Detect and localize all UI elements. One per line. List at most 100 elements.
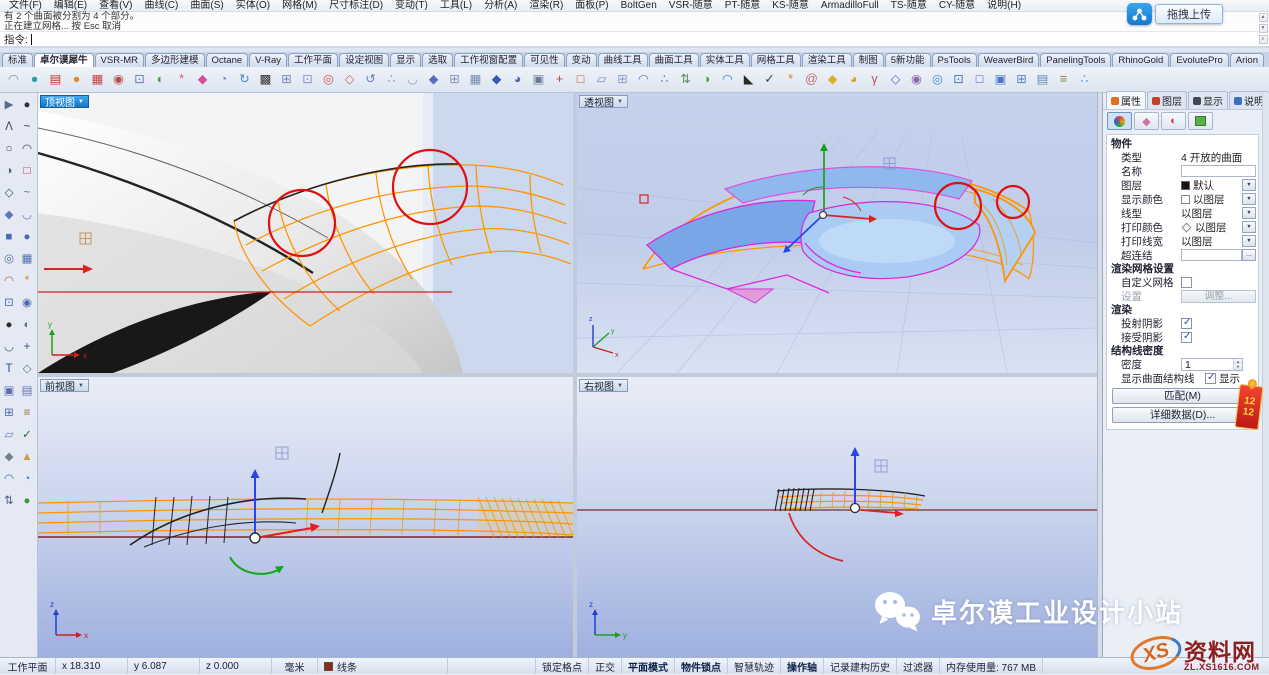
red-ring-icon[interactable]: ◎ [318, 69, 339, 91]
command-input-row[interactable]: 指令: [0, 32, 1269, 47]
weld-icon[interactable]: ◉ [18, 293, 36, 314]
density-stepper[interactable]: 1 ▲▼ [1181, 358, 1243, 371]
status-toggle[interactable]: 锁定格点 [536, 658, 589, 674]
toolbar-tab[interactable]: 设定视图 [339, 53, 389, 67]
toolbar-tab[interactable]: 显示 [390, 53, 421, 67]
menu-item[interactable]: BoltGen [615, 0, 663, 12]
panel-tab-display[interactable]: 显示 [1188, 91, 1228, 109]
cat-head-icon[interactable]: ◕ [843, 69, 864, 91]
grid-ball-icon[interactable]: ⊞ [1011, 69, 1032, 91]
viewport-label-top[interactable]: 顶视图▼ [40, 95, 89, 108]
scroll-up-icon[interactable]: ▲ [1259, 13, 1268, 22]
perspective-viewport-canvas[interactable]: x y z [577, 93, 1097, 373]
toolbar-tab[interactable]: 工作视窗配置 [454, 53, 523, 67]
toolbar-tab[interactable]: 工作平面 [288, 53, 338, 67]
dense-mesh-icon[interactable]: ▩ [255, 69, 276, 91]
dot-grid-icon[interactable]: ⊞ [444, 69, 465, 91]
toolbar-tab[interactable]: 实体工具 [700, 53, 750, 67]
right-viewport-canvas[interactable]: zy [577, 377, 1097, 657]
toolbar-tab[interactable]: 5新功能 [885, 53, 931, 67]
sun-sphere-icon[interactable]: ● [66, 69, 87, 91]
boolean-diff-icon[interactable]: ◐ [18, 315, 36, 336]
phone-dial-icon[interactable]: ◠ [717, 69, 738, 91]
name-input[interactable] [1181, 165, 1256, 177]
menu-item[interactable]: 面板(P) [569, 0, 614, 12]
toolbar-tab[interactable]: 曲面工具 [649, 53, 699, 67]
undo-view-icon[interactable]: ↺ [360, 69, 381, 91]
status-toggle[interactable]: 记录建构历史 [824, 658, 897, 674]
toolbar-tab[interactable]: WeaverBird [978, 53, 1039, 67]
menu-item[interactable]: 查看(V) [93, 0, 138, 12]
sign-check-icon[interactable]: ✓ [759, 69, 780, 91]
leaf-icon[interactable]: ◑ [696, 69, 717, 91]
sketch-icon[interactable]: ◔ [18, 469, 36, 490]
cage-edit-icon[interactable]: ⊞ [612, 69, 633, 91]
toolbar-tab[interactable]: 渲染工具 [802, 53, 852, 67]
receive-shadows-checkbox[interactable] [1181, 332, 1192, 343]
stone-icon[interactable]: ◆ [0, 447, 18, 468]
point-cloud-icon[interactable]: ∴ [381, 69, 402, 91]
detail-box-icon[interactable]: ⊞ [0, 403, 18, 424]
viewport-label-right[interactable]: 右视图▼ [579, 379, 628, 392]
center-object-icon[interactable]: ⊡ [297, 69, 318, 91]
arc-blend-icon[interactable]: ◠ [633, 69, 654, 91]
menu-item[interactable]: 编辑(E) [48, 0, 93, 12]
red-frame-icon[interactable]: □ [570, 69, 591, 91]
paint-bucket-icon[interactable]: ⊡ [948, 69, 969, 91]
cast-shadows-checkbox[interactable] [1181, 318, 1192, 329]
menu-item[interactable]: ArmadilloFull [815, 0, 885, 12]
print-width-dropdown[interactable] [1242, 235, 1256, 247]
arc-icon[interactable]: ◠ [18, 139, 36, 160]
cutplane-icon[interactable]: ◇ [339, 69, 360, 91]
viewport-label-front[interactable]: 前视图▼ [40, 379, 89, 392]
circle-icon[interactable]: ○ [0, 139, 18, 160]
toolbar-tab[interactable]: 制图 [853, 53, 884, 67]
menu-item[interactable]: 文件(F) [3, 0, 48, 12]
shade-hand-icon[interactable]: ◔ [213, 69, 234, 91]
adjust-mesh-button[interactable]: 调整... [1181, 290, 1256, 303]
menu-item[interactable]: TS-随意 [885, 0, 933, 12]
top-viewport-canvas[interactable]: xy [38, 93, 573, 373]
print-color-dropdown[interactable] [1242, 221, 1256, 233]
status-toggle[interactable]: 物件锁点 [675, 658, 728, 674]
panel-scrollbar[interactable] [1262, 93, 1269, 657]
custom-mesh-checkbox[interactable] [1181, 277, 1192, 288]
hook-icon[interactable]: ◡ [0, 337, 18, 358]
join-icon[interactable]: ⊡ [0, 293, 18, 314]
flame-blue-icon[interactable]: ∴ [1074, 69, 1095, 91]
snap-move-icon[interactable]: + [18, 337, 36, 358]
surface-corner-icon[interactable]: ◡ [18, 205, 36, 226]
status-toggle[interactable]: 平面模式 [622, 658, 675, 674]
menu-item[interactable]: CY-随意 [933, 0, 981, 12]
toolbar-tab[interactable]: PanelingTools [1040, 53, 1111, 67]
status-toggle[interactable]: 过滤器 [897, 658, 940, 674]
layer-dropdown[interactable] [1242, 179, 1256, 191]
polygon-icon[interactable]: ◇ [0, 183, 18, 204]
texture-mapping-icon[interactable]: ◐ [1161, 112, 1186, 130]
toolbar-tab[interactable]: 网格工具 [751, 53, 801, 67]
conic-icon[interactable]: ◑ [0, 161, 18, 182]
command-scrollbar[interactable]: ▲ ▼ ≡ [1258, 13, 1268, 44]
menu-item[interactable]: 曲面(S) [184, 0, 229, 12]
array-icon[interactable]: ▦ [18, 249, 36, 270]
toolbar-tab[interactable]: 选取 [422, 53, 453, 67]
swirl-icon[interactable]: @ [801, 69, 822, 91]
copy-frame-icon[interactable]: ⊞ [276, 69, 297, 91]
toolbar-tab[interactable]: 曲线工具 [598, 53, 648, 67]
menu-item[interactable]: 说明(H) [981, 0, 1027, 12]
toolbar-tab[interactable]: V-Ray [249, 53, 287, 67]
toolbar-tab[interactable]: EvolutePro [1170, 53, 1228, 67]
object-properties-icon[interactable] [1107, 112, 1132, 130]
flip-swap-icon[interactable]: ⇅ [675, 69, 696, 91]
surface-icon[interactable]: ◆ [0, 205, 18, 226]
target-snap-icon[interactable]: ◎ [927, 69, 948, 91]
menu-item[interactable]: VSR-随意 [663, 0, 719, 12]
fillet-icon[interactable]: ◠ [0, 271, 18, 292]
status-toggle[interactable]: 正交 [589, 658, 622, 674]
torus-icon[interactable]: ◎ [0, 249, 18, 270]
menu-item[interactable]: 曲线(C) [138, 0, 184, 12]
orbit-curve-icon[interactable]: ◠ [3, 69, 24, 91]
point-icon[interactable]: ● [18, 95, 36, 116]
gem-blue-icon[interactable]: ◆ [423, 69, 444, 91]
select-arrow-icon[interactable]: ▶ [0, 95, 18, 116]
